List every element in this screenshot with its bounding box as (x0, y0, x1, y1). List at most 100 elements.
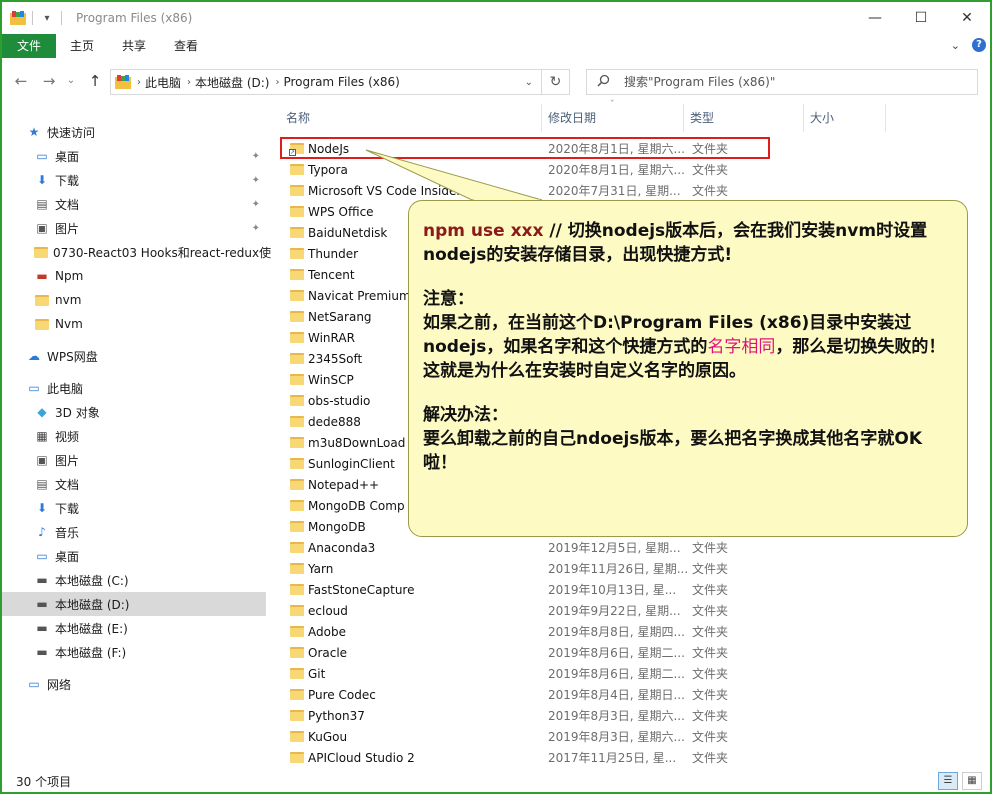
sidebar-item[interactable]: ♪ 音乐 (2, 520, 266, 544)
file-row[interactable]: Pure Codec 2019年8月4日, 星期日... 文件夹 (280, 684, 760, 705)
sidebar-item[interactable]: ◆ 3D 对象 (2, 400, 266, 424)
expand-ribbon-icon[interactable]: ⌄ (951, 39, 960, 52)
folder-icon (290, 290, 304, 301)
sidebar-item[interactable]: ★ 快速访问 (2, 120, 266, 144)
breadcrumb-program-files-x86[interactable]: Program Files (x86) (283, 75, 399, 89)
desktop-icon: ▭ (36, 549, 48, 563)
file-date: 2019年10月13日, 星... (548, 583, 677, 597)
sidebar-item[interactable]: ▤ 文档 (2, 472, 266, 496)
quick-access-dropdown-icon[interactable]: ▾ (39, 13, 55, 24)
explorer-app-icon[interactable] (10, 11, 26, 25)
address-dropdown-icon[interactable]: ⌄ (525, 77, 533, 88)
up-button[interactable]: ↑ (84, 70, 106, 92)
file-type: 文件夹 (692, 562, 729, 576)
folder-icon (35, 294, 49, 306)
file-row[interactable]: Python37 2019年8月3日, 星期六... 文件夹 (280, 705, 760, 726)
file-type: 文件夹 (692, 625, 729, 639)
recent-locations-icon[interactable]: ⌄ (60, 70, 82, 92)
file-row[interactable]: APICloud Studio 2 2017年11月25日, 星... 文件夹 (280, 747, 760, 768)
column-header-type[interactable]: 类型 (684, 104, 804, 132)
download-icon: ⬇ (36, 501, 48, 515)
pin-icon: ✦ (251, 174, 260, 186)
sidebar-item[interactable]: ▭ 桌面 ✦ (2, 144, 266, 168)
sidebar-item[interactable]: 0730-React03 Hooks和react-redux使 (2, 240, 271, 264)
file-type: 文件夹 (692, 604, 729, 618)
large-icons-view-icon[interactable]: ▦ (962, 772, 982, 790)
sidebar-item[interactable]: ▣ 图片 (2, 448, 266, 472)
maximize-button[interactable]: ☐ (898, 2, 944, 34)
sidebar-item[interactable]: ▬ Npm (2, 264, 266, 288)
file-row[interactable]: ecloud 2019年9月22日, 星期... 文件夹 (280, 600, 760, 621)
sidebar-item-label: 桌面 (55, 149, 80, 164)
sidebar-item[interactable]: ▬ 本地磁盘 (C:) (2, 568, 266, 592)
sidebar-item[interactable]: ▦ 视频 (2, 424, 266, 448)
callout-note-highlight: 名字相同 (707, 337, 776, 357)
sidebar-item[interactable]: ▬ 本地磁盘 (D:) (2, 592, 266, 616)
help-icon[interactable]: ? (972, 38, 986, 52)
3d-objects-icon: ◆ (37, 405, 47, 419)
column-header-name[interactable]: 名称 (280, 104, 542, 132)
sidebar-item[interactable]: ▬ 本地磁盘 (F:) (2, 640, 266, 664)
sidebar-item[interactable]: ☁ WPS网盘 (2, 344, 266, 368)
details-view-icon[interactable]: ☰ (938, 772, 958, 790)
column-header-size[interactable]: 大小 (804, 104, 886, 132)
close-button[interactable]: ✕ (944, 2, 990, 34)
file-row[interactable]: Yarn 2019年11月26日, 星期... 文件夹 (280, 558, 760, 579)
breadcrumb-separator[interactable]: › (275, 77, 279, 88)
folder-icon (290, 668, 304, 679)
file-row[interactable]: Anaconda3 2019年12月5日, 星期... 文件夹 (280, 537, 760, 558)
breadcrumb-separator[interactable]: › (187, 77, 191, 88)
file-row[interactable]: Typora 2020年8月1日, 星期六... 文件夹 (280, 159, 760, 180)
sidebar-item[interactable]: ▤ 文档 ✦ (2, 192, 266, 216)
tab-file[interactable]: 文件 (2, 34, 57, 58)
sidebar-item[interactable]: ▭ 桌面 (2, 544, 266, 568)
sidebar-item[interactable]: ▭ 此电脑 (2, 376, 266, 400)
tab-share[interactable]: 共享 (108, 34, 160, 58)
file-row[interactable]: Microsoft VS Code Insiders 2020年7月31日, 星期… (280, 180, 760, 201)
sidebar-item-label: 3D 对象 (55, 405, 100, 420)
file-date: 2020年8月1日, 星期六... (548, 163, 685, 177)
sidebar-item-label: nvm (55, 293, 82, 307)
file-date: 2019年11月26日, 星期... (548, 562, 689, 576)
file-name: MongoDB Comp (308, 498, 405, 513)
breadcrumb-separator[interactable]: › (137, 77, 141, 88)
document-icon: ▤ (36, 477, 48, 491)
search-box[interactable] (586, 69, 978, 95)
sidebar-item[interactable]: Nvm (2, 312, 266, 336)
column-header-date[interactable]: 修改日期 (542, 104, 684, 132)
file-name: KuGou (308, 729, 348, 744)
refresh-button[interactable]: ↻ (542, 69, 570, 95)
file-row[interactable]: KuGou 2019年8月3日, 星期六... 文件夹 (280, 726, 760, 747)
back-button[interactable]: ← (10, 70, 32, 92)
file-row[interactable]: Git 2019年8月6日, 星期二... 文件夹 (280, 663, 760, 684)
tab-view[interactable]: 查看 (160, 34, 212, 58)
file-row[interactable]: FastStoneCapture 2019年10月13日, 星... 文件夹 (280, 579, 760, 600)
sidebar-item[interactable]: ⬇ 下载 ✦ (2, 168, 266, 192)
address-bar[interactable]: › 此电脑 › 本地磁盘 (D:) › Program Files (x86) … (110, 69, 542, 95)
forward-button[interactable]: → (38, 70, 60, 92)
file-name: Microsoft VS Code Insiders (308, 183, 468, 198)
sidebar-item[interactable]: ⬇ 下载 (2, 496, 266, 520)
minimize-button[interactable]: — (852, 2, 898, 34)
breadcrumb-this-pc[interactable]: 此电脑 (145, 74, 181, 91)
file-type: 文件夹 (692, 688, 729, 702)
sidebar-item[interactable]: ▬ 本地磁盘 (E:) (2, 616, 266, 640)
sidebar-item[interactable]: ▣ 图片 ✦ (2, 216, 266, 240)
breadcrumb-drive-d[interactable]: 本地磁盘 (D:) (195, 74, 269, 91)
file-date: 2019年8月6日, 星期二... (548, 646, 685, 660)
file-name: Thunder (308, 246, 359, 261)
sidebar-item-label: Npm (55, 269, 84, 283)
drive-icon: ▬ (36, 597, 48, 611)
pin-icon: ✦ (251, 222, 260, 234)
file-date: 2017年11月25日, 星... (548, 751, 677, 765)
file-row[interactable]: Oracle 2019年8月6日, 星期二... 文件夹 (280, 642, 760, 663)
tab-home[interactable]: 主页 (56, 34, 108, 58)
folder-icon (290, 563, 304, 574)
sidebar-item-label: Nvm (55, 317, 83, 331)
search-input[interactable] (624, 75, 954, 89)
annotation-callout: npm use xxx // 切换nodejs版本后，会在我们安装nvm时设置n… (408, 200, 968, 537)
sidebar-item[interactable]: ▭ 网络 (2, 672, 266, 696)
file-date: 2019年8月3日, 星期六... (548, 730, 685, 744)
sidebar-item[interactable]: nvm (2, 288, 266, 312)
file-row[interactable]: Adobe 2019年8月8日, 星期四... 文件夹 (280, 621, 760, 642)
